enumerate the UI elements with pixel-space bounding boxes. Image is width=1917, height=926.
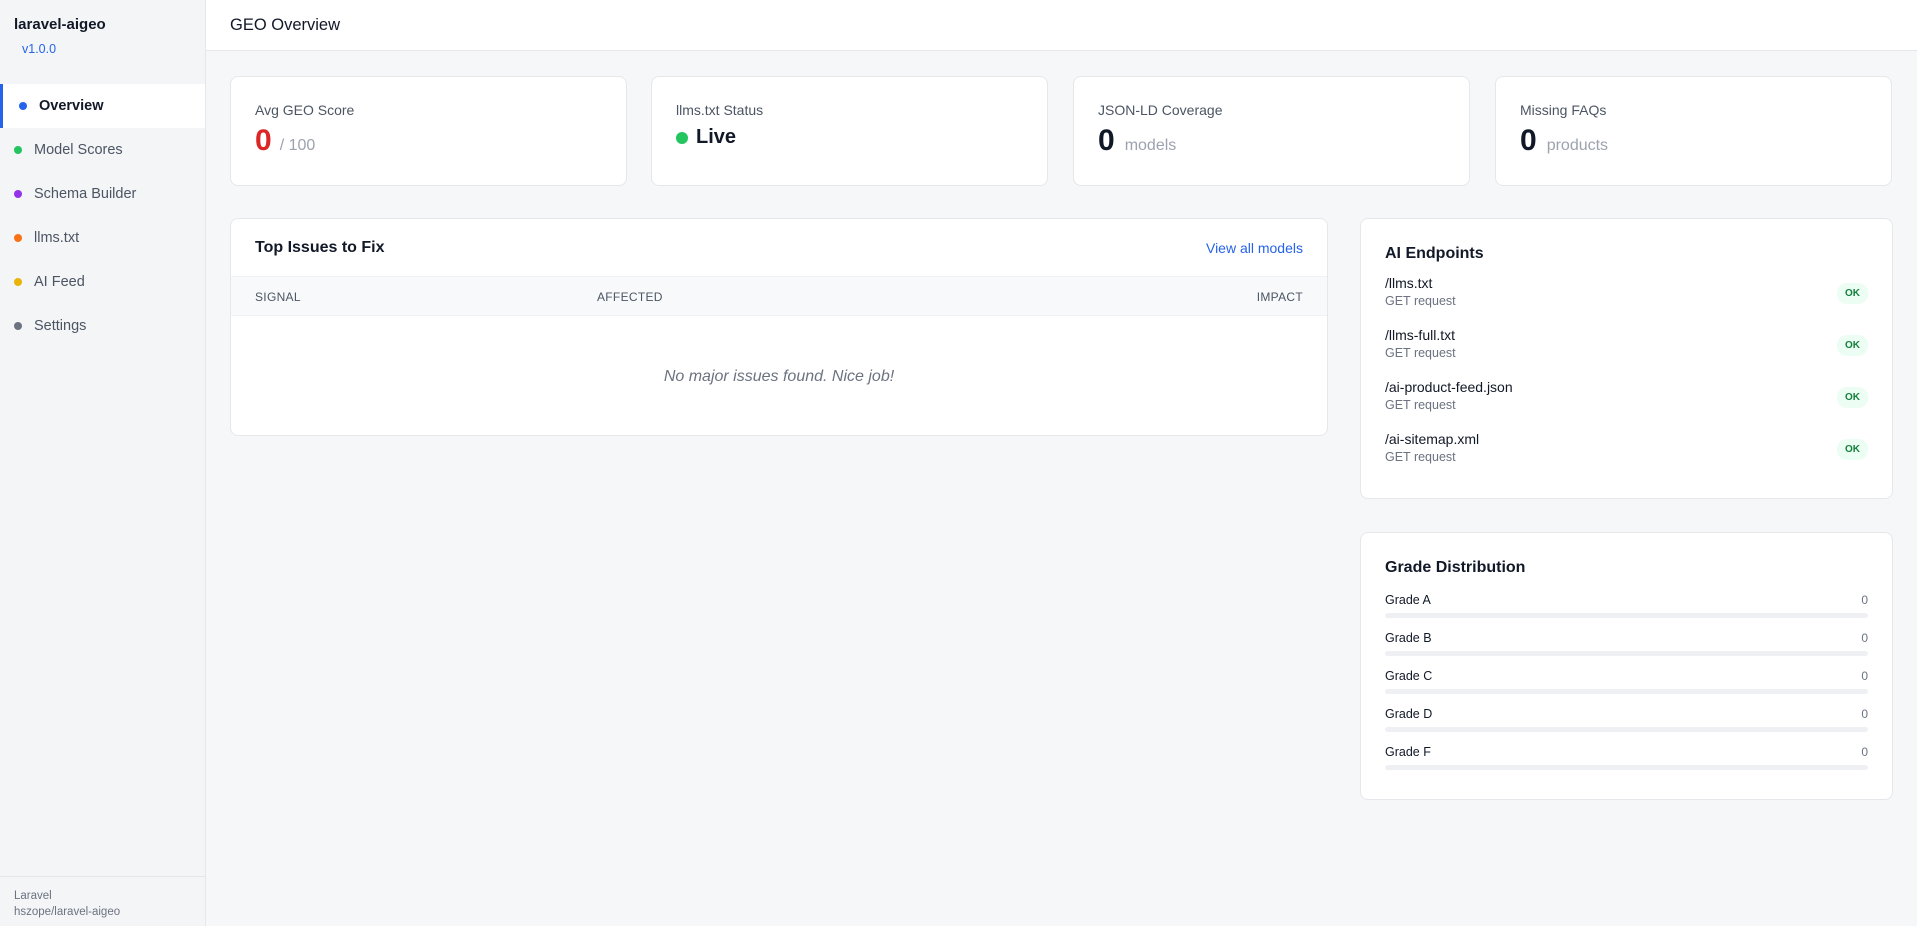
grade-row: Grade C 0 — [1385, 667, 1868, 705]
stat-value: 0 — [1098, 124, 1115, 157]
endpoints-title: AI Endpoints — [1385, 245, 1484, 262]
brand-version: v1.0.0 — [22, 42, 57, 56]
issues-title: Top Issues to Fix — [255, 238, 385, 256]
grade-count: 0 — [1861, 707, 1868, 721]
grade-bar-track — [1385, 613, 1868, 618]
grade-count: 0 — [1861, 593, 1868, 607]
grade-bar-track — [1385, 765, 1868, 770]
endpoint-list: /llms.txt GET request OK /llms-full.txt … — [1385, 275, 1868, 483]
dot-icon — [14, 234, 22, 242]
grade-row: Grade B 0 — [1385, 629, 1868, 667]
grade-count: 0 — [1861, 745, 1868, 759]
issues-table-header: SIGNAL AFFECTED IMPACT — [231, 276, 1327, 316]
stat-value: 0 — [1520, 124, 1537, 157]
sidebar: laravel-aigeo v1.0.0 Overview Model Scor… — [0, 0, 206, 926]
dot-icon — [14, 322, 22, 330]
issues-card: Top Issues to Fix View all models SIGNAL… — [230, 218, 1328, 436]
top-bar: GEO Overview — [206, 0, 1917, 51]
endpoint-item: /llms-full.txt GET request OK — [1385, 327, 1868, 379]
stat-card-geo-score: Avg GEO Score 0 / 100 — [230, 76, 627, 186]
stat-label: llms.txt Status — [676, 102, 764, 118]
stat-suffix: / 100 — [279, 137, 316, 154]
dot-icon — [14, 278, 22, 286]
stat-card-jsonld: JSON-LD Coverage 0 models — [1073, 76, 1470, 186]
grade-count: 0 — [1861, 631, 1868, 645]
sidebar-item-settings[interactable]: Settings — [0, 304, 205, 348]
endpoint-path[interactable]: /llms.txt — [1385, 275, 1456, 291]
view-all-models-link[interactable]: View all models — [1206, 240, 1303, 256]
stat-label: JSON-LD Coverage — [1098, 102, 1223, 118]
stat-card-llms-status: llms.txt Status Live — [651, 76, 1048, 186]
stat-value-row: 0 products — [1520, 124, 1867, 158]
live-dot-icon — [676, 131, 688, 144]
sidebar-footer: Laravel hszope/laravel-aigeo — [0, 876, 205, 926]
brand: laravel-aigeo v1.0.0 — [0, 0, 205, 56]
endpoint-item: /llms.txt GET request OK — [1385, 275, 1868, 327]
sidebar-item-label: Schema Builder — [34, 186, 137, 202]
dot-icon — [14, 190, 22, 198]
endpoint-path[interactable]: /ai-product-feed.json — [1385, 379, 1513, 395]
grade-label: Grade C — [1385, 669, 1433, 683]
sidebar-item-ai-feed[interactable]: AI Feed — [0, 260, 205, 304]
sidebar-item-label: Model Scores — [34, 142, 123, 158]
grade-bar-track — [1385, 651, 1868, 656]
dot-icon — [14, 146, 22, 154]
stat-value-row: 0 / 100 — [255, 124, 602, 158]
grade-bar-track — [1385, 689, 1868, 694]
grade-bar-track — [1385, 727, 1868, 732]
endpoint-path[interactable]: /llms-full.txt — [1385, 327, 1456, 343]
sidebar-item-label: Settings — [34, 318, 87, 334]
column-signal[interactable]: SIGNAL — [255, 290, 301, 304]
grade-row: Grade F 0 — [1385, 743, 1868, 781]
grade-count: 0 — [1861, 669, 1868, 683]
footer-package: hszope/laravel-aigeo — [14, 906, 121, 918]
stat-value: 0 — [255, 124, 272, 157]
grades-title: Grade Distribution — [1385, 559, 1526, 576]
stat-suffix: models — [1124, 137, 1177, 154]
endpoint-method: GET request — [1385, 346, 1456, 360]
status-badge: OK — [1837, 335, 1868, 356]
endpoint-item: /ai-product-feed.json GET request OK — [1385, 379, 1868, 431]
sidebar-nav: Overview Model Scores Schema Builder llm… — [0, 84, 205, 348]
stat-label: Avg GEO Score — [255, 102, 355, 118]
sidebar-item-llms-txt[interactable]: llms.txt — [0, 216, 205, 260]
empty-state: No major issues found. Nice job! — [663, 368, 895, 385]
stat-card-missing-faqs: Missing FAQs 0 products — [1495, 76, 1892, 186]
issues-header: Top Issues to Fix View all models — [231, 219, 1327, 276]
sidebar-item-label: AI Feed — [34, 274, 85, 290]
endpoint-item: /ai-sitemap.xml GET request OK — [1385, 431, 1868, 483]
grade-row: Grade A 0 — [1385, 591, 1868, 629]
grade-row: Grade D 0 — [1385, 705, 1868, 743]
column-impact[interactable]: IMPACT — [1257, 290, 1303, 304]
footer-framework: Laravel — [14, 890, 52, 902]
stat-suffix: products — [1546, 137, 1609, 154]
status-badge: OK — [1837, 283, 1868, 304]
endpoint-method: GET request — [1385, 398, 1456, 412]
stat-label: Missing FAQs — [1520, 102, 1607, 118]
status-badge: OK — [1837, 387, 1868, 408]
status-badge: OK — [1837, 439, 1868, 460]
grade-label: Grade A — [1385, 593, 1431, 607]
status-value: Live — [696, 126, 737, 148]
page-title: GEO Overview — [230, 15, 341, 34]
grade-list: Grade A 0 Grade B 0 Grade C 0 Grade D 0 … — [1385, 591, 1868, 781]
brand-name: laravel-aigeo — [14, 16, 106, 33]
sidebar-item-overview[interactable]: Overview — [0, 84, 205, 128]
grade-label: Grade F — [1385, 745, 1431, 759]
endpoint-path[interactable]: /ai-sitemap.xml — [1385, 431, 1479, 447]
endpoint-method: GET request — [1385, 450, 1456, 464]
sidebar-item-label: llms.txt — [34, 230, 80, 246]
sidebar-item-label: Overview — [39, 98, 104, 114]
endpoints-card: AI Endpoints /llms.txt GET request OK /l… — [1360, 218, 1893, 499]
grade-label: Grade D — [1385, 707, 1433, 721]
grade-label: Grade B — [1385, 631, 1432, 645]
endpoint-method: GET request — [1385, 294, 1456, 308]
grade-distribution-card: Grade Distribution Grade A 0 Grade B 0 G… — [1360, 532, 1893, 800]
dot-icon — [19, 102, 27, 110]
status-row: Live — [676, 126, 1023, 149]
sidebar-item-model-scores[interactable]: Model Scores — [0, 128, 205, 172]
sidebar-item-schema-builder[interactable]: Schema Builder — [0, 172, 205, 216]
column-affected[interactable]: AFFECTED — [597, 290, 663, 304]
stat-value-row: 0 models — [1098, 124, 1445, 158]
